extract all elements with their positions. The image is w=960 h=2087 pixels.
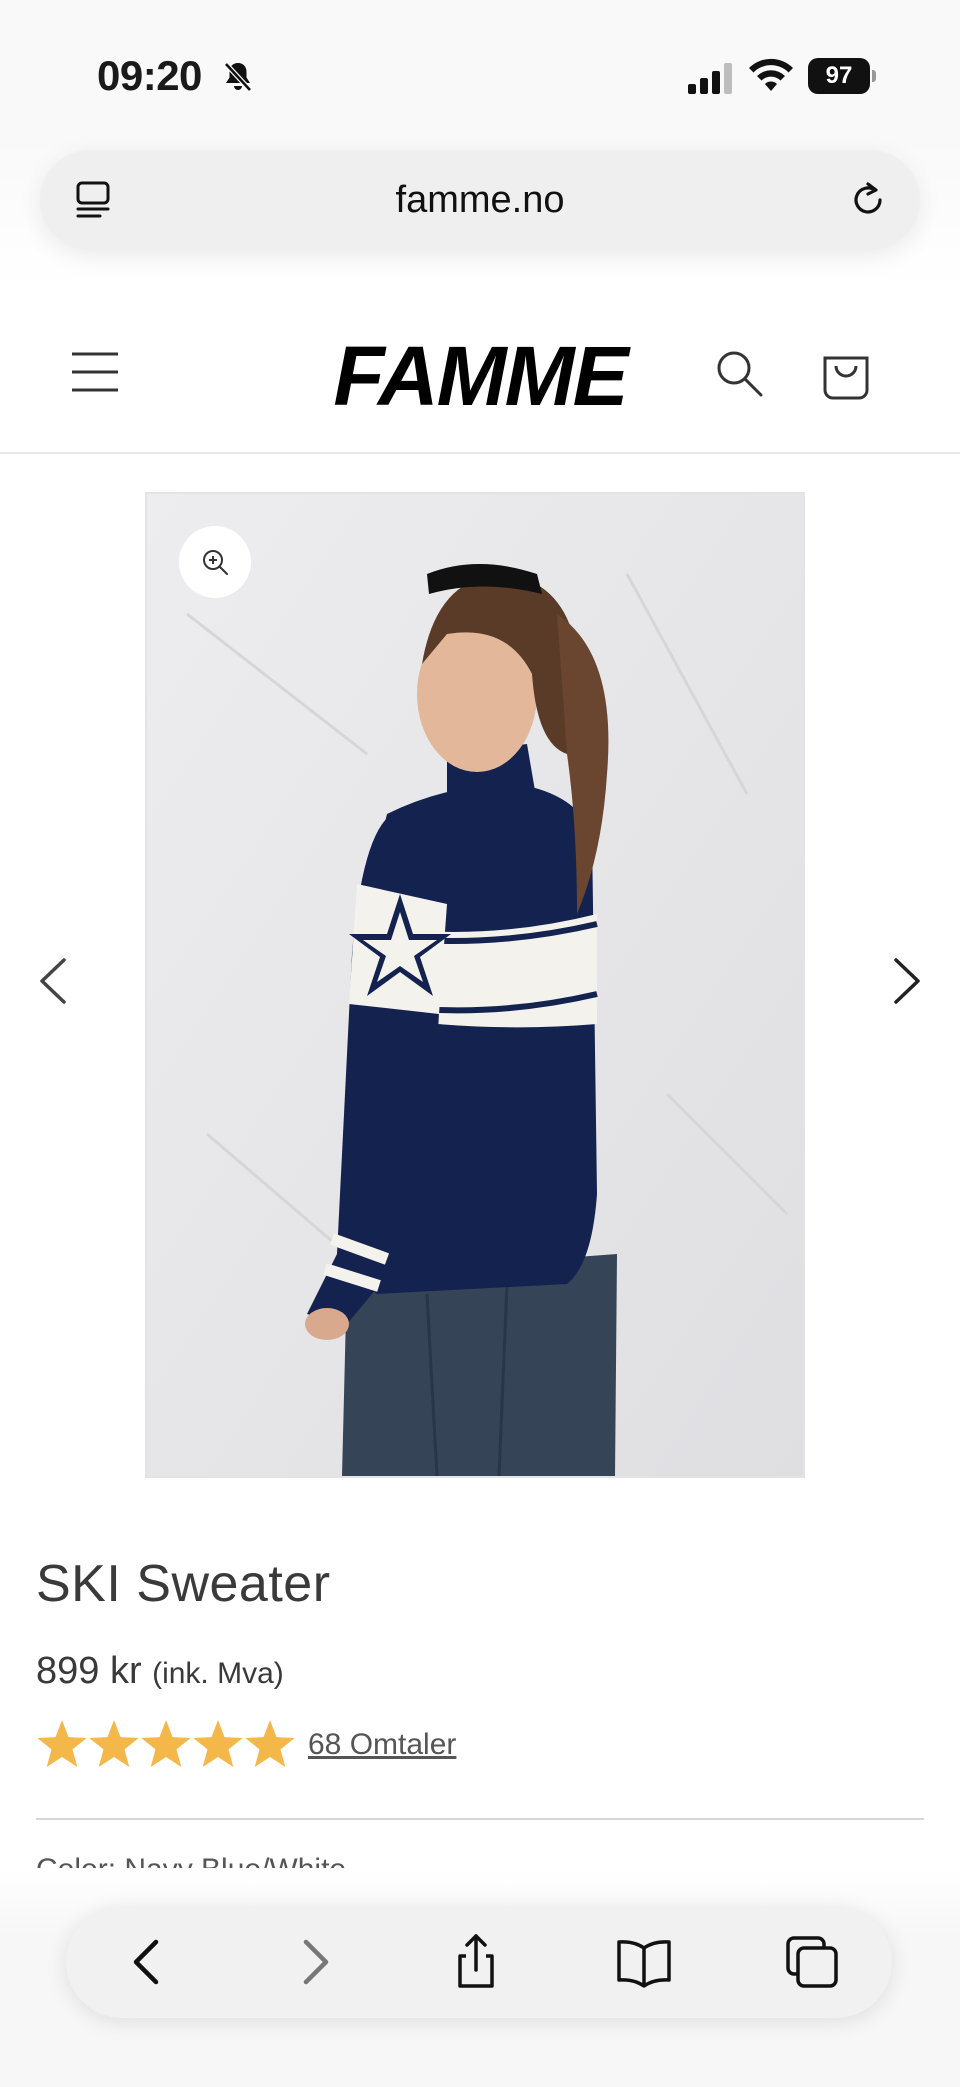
battery-icon: 97 bbox=[808, 58, 876, 94]
product-title: SKI Sweater bbox=[36, 1555, 331, 1613]
zoom-in-icon bbox=[203, 550, 228, 575]
forward-icon[interactable] bbox=[284, 1932, 344, 1992]
chevron-right-icon[interactable] bbox=[890, 956, 924, 1006]
zoom-button[interactable] bbox=[179, 526, 251, 598]
bookmarks-icon[interactable] bbox=[614, 1932, 674, 1992]
chevron-left-icon[interactable] bbox=[36, 956, 70, 1006]
address-bar[interactable]: famme.no bbox=[40, 150, 920, 250]
reviews-link[interactable]: 68 Omtaler bbox=[308, 1728, 456, 1762]
rating-stars bbox=[37, 1720, 295, 1767]
search-icon[interactable] bbox=[714, 348, 764, 398]
back-icon[interactable] bbox=[118, 1932, 178, 1992]
site-logo[interactable]: FAMME bbox=[320, 328, 640, 424]
status-time: 09:20 bbox=[97, 52, 202, 99]
wifi-icon bbox=[749, 58, 793, 91]
browser-bottom-toolbar bbox=[66, 1906, 892, 2018]
product-photo bbox=[147, 494, 803, 1476]
share-icon[interactable] bbox=[446, 1932, 506, 1992]
reload-icon[interactable] bbox=[846, 178, 890, 222]
url-text[interactable]: famme.no bbox=[40, 150, 920, 250]
product-image[interactable] bbox=[145, 492, 805, 1478]
price-row: 899 kr (ink. Mva) bbox=[36, 1650, 284, 1693]
star-icon bbox=[245, 1720, 295, 1767]
star-icon bbox=[141, 1720, 191, 1767]
star-icon bbox=[89, 1720, 139, 1767]
star-icon bbox=[37, 1720, 87, 1767]
browser-address-area: famme.no bbox=[0, 140, 960, 288]
cart-icon[interactable] bbox=[820, 346, 872, 400]
bell-slash-icon bbox=[224, 62, 252, 92]
product-price: 899 kr bbox=[36, 1650, 142, 1692]
site-header: FAMME bbox=[0, 300, 960, 454]
signal-icon bbox=[688, 63, 732, 94]
vat-note: (ink. Mva) bbox=[152, 1657, 284, 1690]
star-icon bbox=[193, 1720, 243, 1767]
color-option-label: Color: Navy Blue/White bbox=[36, 1850, 346, 1868]
tabs-icon[interactable] bbox=[782, 1932, 842, 1992]
battery-level: 97 bbox=[825, 62, 853, 89]
menu-icon[interactable] bbox=[70, 350, 120, 394]
status-bar: 09:20 97 bbox=[0, 0, 960, 140]
divider bbox=[36, 1818, 924, 1820]
